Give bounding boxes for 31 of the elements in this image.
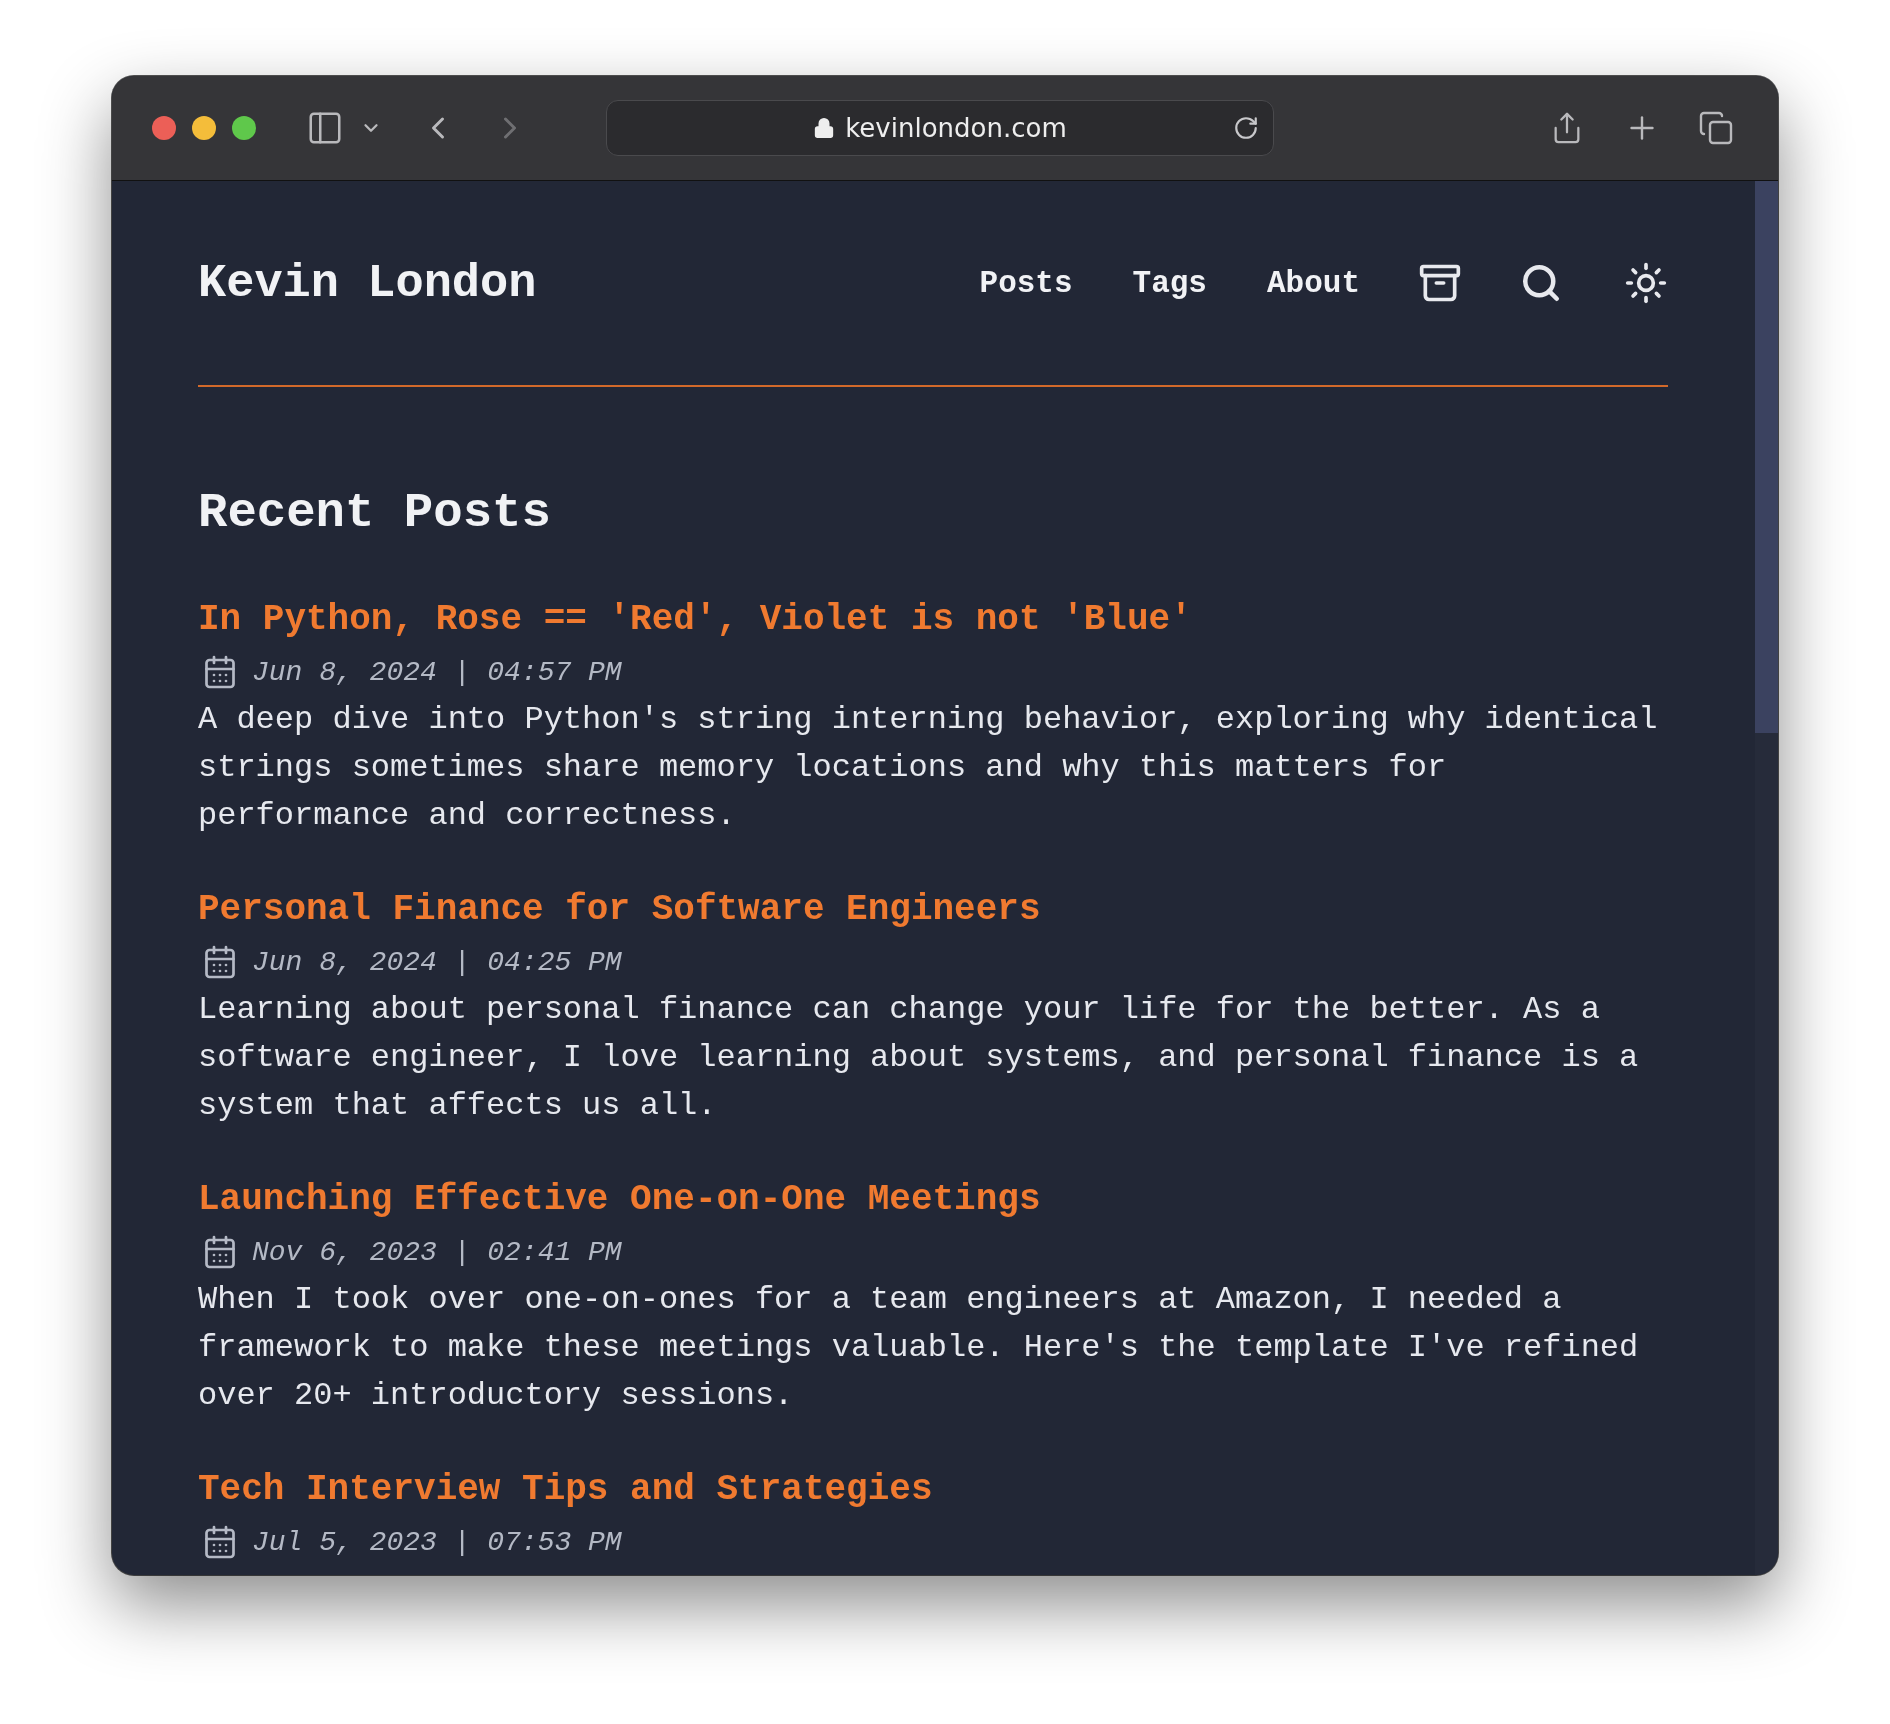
- nav-link[interactable]: Tags: [1132, 265, 1207, 301]
- section-heading: Recent Posts: [198, 484, 552, 543]
- post-date: Jun 8, 2024 | 04:25 PM: [252, 946, 622, 978]
- nav-link[interactable]: About: [1267, 265, 1360, 301]
- address-field[interactable]: kevinlondon.com: [606, 100, 1274, 156]
- post-title-link[interactable]: Tech Interview Tips and Strategies: [198, 1464, 1668, 1516]
- scrollbar-thumb[interactable]: [1755, 181, 1778, 733]
- calendar-icon: [202, 944, 238, 980]
- post-title-link[interactable]: Launching Effective One-on-One Meetings: [198, 1174, 1668, 1226]
- post-summary: A deep dive into Python's string interning behavior, exploring why identical strings sometimes share memory locations and why this matters for performance and correctness.: [198, 700, 1659, 836]
- post-date: Jul 5, 2023 | 07:53 PM: [252, 1526, 622, 1558]
- post-summary: When I took over one-on-ones for a team engineers at Amazon, I needed a framework to make these meetings valuable. Here's the template I've refined over 20+ introductory sessions.: [198, 1280, 1640, 1416]
- calendar-icon: [202, 1234, 238, 1270]
- search-icon[interactable]: [1520, 262, 1562, 304]
- sun-icon[interactable]: [1624, 261, 1668, 305]
- nav-link[interactable]: Posts: [979, 265, 1073, 301]
- reload-icon[interactable]: [1233, 115, 1259, 141]
- post-summary: Learning about personal finance can change your life for the better. As a software engineer, I love learning about systems, and personal finance is a system that affects us all.: [198, 990, 1640, 1126]
- lock-icon: [813, 117, 836, 139]
- post-title-link[interactable]: In Python, Rose == 'Red', Violet is not 'Blue': [198, 594, 1668, 646]
- close-button[interactable]: [152, 116, 176, 140]
- post-title-link[interactable]: Personal Finance for Software Engineers: [198, 884, 1668, 936]
- calendar-icon: [202, 654, 238, 690]
- post-date: Jun 8, 2024 | 04:57 PM: [252, 656, 622, 688]
- site-title[interactable]: Kevin London: [198, 256, 980, 310]
- zoom-button[interactable]: [232, 116, 256, 140]
- sidebar-icon[interactable]: [306, 109, 344, 147]
- tabs-overview-icon[interactable]: [1698, 110, 1734, 146]
- post-date: Nov 6, 2023 | 02:41 PM: [252, 1236, 622, 1268]
- calendar-icon: [202, 1524, 238, 1560]
- minimize-button[interactable]: [192, 116, 216, 140]
